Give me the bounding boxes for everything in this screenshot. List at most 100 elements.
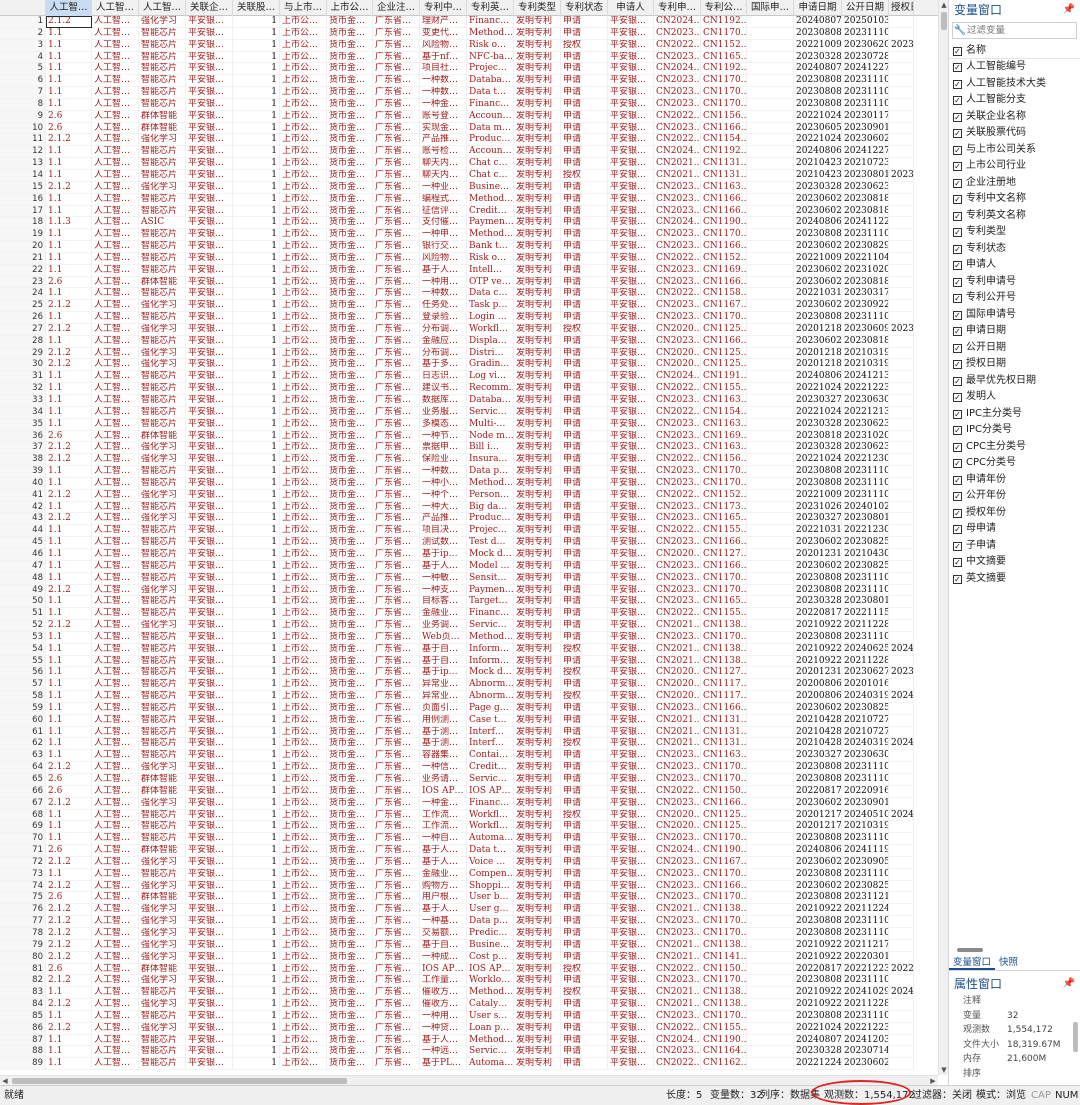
row-number[interactable]: 18 <box>0 217 46 230</box>
table-cell[interactable]: 20231110 <box>842 868 889 881</box>
column-header[interactable]: 人工智… <box>139 0 186 16</box>
table-cell[interactable]: Shoppi… <box>467 880 514 893</box>
table-cell[interactable]: 货币金… <box>327 643 373 656</box>
table-cell[interactable]: 1 <box>233 856 280 869</box>
table-cell[interactable]: 20230808 <box>794 1010 842 1023</box>
table-cell[interactable]: 人工智… <box>92 1022 139 1035</box>
table-cell[interactable]: 2.1.2 <box>46 939 92 952</box>
table-cell[interactable] <box>889 16 914 28</box>
table-cell[interactable]: 基于自… <box>420 643 467 656</box>
table-cell[interactable]: 1.1 <box>46 525 92 538</box>
tab-variables[interactable]: 变量窗口 <box>949 956 996 970</box>
table-cell[interactable] <box>889 276 914 289</box>
table-cell[interactable]: CN1166… <box>701 880 747 893</box>
table-cell[interactable]: User s… <box>467 1010 514 1023</box>
table-cell[interactable]: 货币金… <box>327 821 373 834</box>
table-cell[interactable]: 广东省… <box>373 430 420 443</box>
table-cell[interactable]: 智能芯片 <box>139 146 186 159</box>
table-cell[interactable]: 业务请… <box>420 774 467 786</box>
table-cell[interactable]: 发明专利 <box>514 892 561 905</box>
table-cell[interactable]: Login … <box>467 312 514 324</box>
table-cell[interactable] <box>747 691 794 703</box>
table-cell[interactable]: CN1117… <box>701 691 747 703</box>
table-cell[interactable]: 广东省… <box>373 833 420 846</box>
table-cell[interactable] <box>889 146 914 159</box>
table-cell[interactable] <box>747 217 794 230</box>
table-cell[interactable]: 20230808 <box>794 762 842 774</box>
table-cell[interactable]: 申请 <box>561 631 608 644</box>
table-cell[interactable]: 货币金… <box>327 395 373 407</box>
table-cell[interactable] <box>747 39 794 52</box>
table-cell[interactable] <box>747 845 794 857</box>
table-cell[interactable]: 智能芯片 <box>139 63 186 76</box>
table-cell[interactable]: 广东省… <box>373 525 420 538</box>
row-number[interactable]: 86 <box>0 1022 46 1035</box>
table-cell[interactable]: 20231110 <box>842 762 889 774</box>
table-cell[interactable]: 1 <box>233 963 280 976</box>
table-cell[interactable]: 发明专利 <box>514 466 561 478</box>
table-cell[interactable]: 智能芯片 <box>139 466 186 478</box>
table-cell[interactable]: CN1166… <box>701 241 747 253</box>
table-cell[interactable]: 基于人… <box>420 845 467 857</box>
table-cell[interactable]: 货币金… <box>327 856 373 869</box>
table-cell[interactable]: 人工智… <box>92 406 139 419</box>
table-cell[interactable]: 聊天内… <box>420 158 467 170</box>
table-cell[interactable] <box>747 620 794 632</box>
table-cell[interactable]: 人工智… <box>92 620 139 632</box>
row-number[interactable]: 15 <box>0 181 46 194</box>
table-cell[interactable]: 1.1 <box>46 39 92 52</box>
table-cell[interactable]: 平安银… <box>608 892 654 905</box>
row-number[interactable]: 76 <box>0 904 46 917</box>
table-cell[interactable]: CN2024… <box>654 217 701 230</box>
table-cell[interactable]: CN1125… <box>701 323 747 336</box>
table-cell[interactable]: CN1170… <box>701 477 747 490</box>
table-cell[interactable]: Data c… <box>467 288 514 301</box>
table-cell[interactable]: 一种基… <box>420 916 467 928</box>
variable-list-item[interactable]: ✓ 公开年份 <box>949 488 1080 505</box>
table-cell[interactable]: 发明专利 <box>514 880 561 893</box>
table-cell[interactable]: 上市公… <box>280 584 327 597</box>
table-cell[interactable]: 平安银… <box>608 264 654 277</box>
table-cell[interactable]: 平安银… <box>186 904 233 917</box>
table-cell[interactable]: CN1170… <box>701 229 747 242</box>
table-cell[interactable]: CN2021… <box>654 904 701 917</box>
table-cell[interactable]: 上市公… <box>280 300 327 313</box>
table-cell[interactable]: 广东省… <box>373 51 420 64</box>
table-cell[interactable]: 申请 <box>561 916 608 928</box>
table-cell[interactable]: Loan p… <box>467 1022 514 1035</box>
table-cell[interactable]: 20250103 <box>842 16 889 28</box>
table-cell[interactable]: 20230808 <box>794 75 842 88</box>
table-cell[interactable]: CN2022… <box>654 785 701 798</box>
table-cell[interactable]: 2024 <box>889 691 914 703</box>
table-cell[interactable]: CN1173… <box>701 501 747 514</box>
table-cell[interactable]: CN2023… <box>654 466 701 478</box>
table-cell[interactable]: 2.6 <box>46 430 92 443</box>
table-cell[interactable] <box>889 916 914 928</box>
variable-checkbox[interactable]: ✓ <box>953 541 962 551</box>
table-cell[interactable]: 发明专利 <box>514 963 561 976</box>
table-cell[interactable]: CN1170… <box>701 927 747 940</box>
table-cell[interactable]: 风险物… <box>420 252 467 265</box>
table-cell[interactable]: 申请 <box>561 63 608 76</box>
table-cell[interactable]: 平安银… <box>608 1034 654 1047</box>
table-cell[interactable]: 智能芯片 <box>139 477 186 490</box>
table-cell[interactable]: 20230808 <box>794 927 842 940</box>
table-cell[interactable]: 货币金… <box>327 537 373 549</box>
row-number[interactable]: 41 <box>0 489 46 502</box>
table-cell[interactable]: 20221024 <box>794 110 842 123</box>
table-cell[interactable]: 人工智… <box>92 702 139 715</box>
table-cell[interactable]: 上市公… <box>280 975 327 988</box>
table-cell[interactable]: 20240319 <box>842 738 889 751</box>
table-cell[interactable]: CN2023… <box>654 596 701 609</box>
table-cell[interactable]: 20211228 <box>842 999 889 1011</box>
table-cell[interactable]: 发明专利 <box>514 1022 561 1035</box>
table-cell[interactable]: 申请 <box>561 16 608 28</box>
table-cell[interactable]: 1 <box>233 738 280 751</box>
table-cell[interactable]: 1 <box>233 158 280 170</box>
table-cell[interactable]: 货币金… <box>327 1022 373 1035</box>
variable-list-item[interactable]: ✓ 人工智能编号 <box>949 59 1080 76</box>
table-cell[interactable] <box>889 608 914 621</box>
table-cell[interactable]: 发明专利 <box>514 809 561 822</box>
table-cell[interactable]: 平安银… <box>608 454 654 467</box>
table-cell[interactable]: 1.1 <box>46 750 92 763</box>
